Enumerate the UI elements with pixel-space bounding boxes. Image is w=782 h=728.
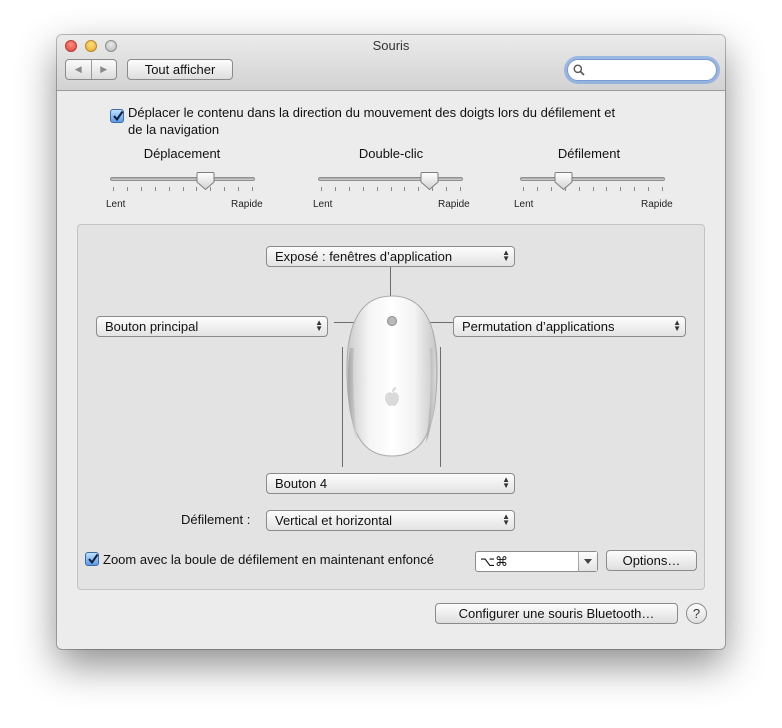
checkmark-icon bbox=[113, 110, 124, 122]
scrolling-speed-min-label: Lent bbox=[514, 199, 534, 210]
double-click-speed-max-label: Rapide bbox=[438, 199, 470, 210]
slider-tick bbox=[168, 187, 170, 191]
slider-tick bbox=[376, 187, 378, 191]
options-button[interactable]: Options… bbox=[606, 550, 697, 571]
slider-tick bbox=[362, 187, 364, 191]
zoom-modifier-value: ⌥⌘ bbox=[480, 554, 508, 569]
slider-tick bbox=[592, 187, 594, 191]
scrolling-speed-track bbox=[520, 177, 665, 181]
popup-arrows-icon: ▲ ▼ bbox=[502, 512, 510, 527]
window-title: Souris bbox=[372, 38, 410, 53]
search-field[interactable] bbox=[567, 59, 717, 81]
zoom-modifier-combo[interactable]: ⌥⌘ bbox=[475, 551, 598, 572]
tracking-speed-title: Déplacement bbox=[143, 146, 221, 161]
slider-tick bbox=[578, 187, 580, 191]
slider-tick bbox=[140, 187, 142, 191]
slider-thumb-icon bbox=[196, 172, 215, 191]
checkmark-icon bbox=[88, 553, 99, 565]
mouse-preferences-content: Déplacer le contenu dans la direction du… bbox=[57, 91, 725, 649]
slider-tick bbox=[550, 187, 552, 191]
slider-tick bbox=[620, 187, 622, 191]
slider-tick bbox=[418, 187, 420, 191]
scroll-direction-label-line2: de la navigation bbox=[128, 122, 220, 137]
slider-tick bbox=[536, 187, 538, 191]
title-bar: Souris ◀ ▶ Tout afficher bbox=[57, 35, 725, 91]
forward-arrow-icon[interactable]: ▶ bbox=[90, 60, 117, 79]
tracking-speed-max-label: Rapide bbox=[231, 199, 263, 210]
tracking-speed-min-label: Lent bbox=[106, 199, 126, 210]
chevron-down-icon bbox=[584, 559, 592, 564]
search-icon bbox=[573, 64, 585, 76]
slider-thumb-icon bbox=[554, 172, 573, 191]
slider-tick bbox=[523, 187, 524, 191]
slider-tick bbox=[404, 187, 406, 191]
scrolling-popup[interactable]: Vertical et horizontal ▲ ▼ bbox=[266, 510, 515, 531]
tracking-speed-thumb[interactable] bbox=[196, 171, 215, 191]
slider-tick bbox=[662, 187, 663, 191]
preferences-window: Souris ◀ ▶ Tout afficher Déplacer le con… bbox=[57, 35, 725, 649]
scroll-direction-label-line1: Déplacer le contenu dans la direction du… bbox=[128, 105, 616, 120]
configure-bluetooth-mouse-button[interactable]: Configurer une souris Bluetooth… bbox=[435, 603, 678, 624]
show-all-button[interactable]: Tout afficher bbox=[127, 59, 233, 80]
slider-tick bbox=[348, 187, 350, 191]
slider-tick bbox=[460, 187, 461, 191]
right-button-popup[interactable]: Permutation d’applications ▲ ▼ bbox=[453, 316, 686, 337]
slider-tick bbox=[564, 187, 566, 191]
slider-tick bbox=[252, 187, 253, 191]
side-button-popup[interactable]: Bouton 4 ▲ ▼ bbox=[266, 473, 515, 494]
top-button-popup[interactable]: Exposé : fenêtres d’application ▲ ▼ bbox=[266, 246, 515, 267]
double-click-speed-thumb[interactable] bbox=[420, 171, 439, 191]
slider-tick bbox=[334, 187, 336, 191]
slider-tick bbox=[182, 187, 184, 191]
slider-tick bbox=[238, 187, 240, 191]
tracking-speed-track bbox=[110, 177, 255, 181]
slider-tick bbox=[210, 187, 212, 191]
slider-tick bbox=[648, 187, 650, 191]
help-button[interactable]: ? bbox=[686, 603, 707, 624]
slider-tick bbox=[126, 187, 128, 191]
double-click-speed-title: Double-clic bbox=[358, 146, 424, 161]
popup-arrows-icon: ▲ ▼ bbox=[315, 318, 323, 333]
left-button-popup[interactable]: Bouton principal ▲ ▼ bbox=[96, 316, 328, 337]
double-click-speed-min-label: Lent bbox=[313, 199, 333, 210]
scrolling-speed-title: Défilement bbox=[557, 146, 621, 161]
mouse-buttons-panel: Exposé : fenêtres d’application ▲ ▼ Bouto… bbox=[77, 224, 705, 590]
slider-tick bbox=[224, 187, 226, 191]
slider-tick bbox=[390, 187, 392, 191]
zoom-checkbox[interactable] bbox=[85, 552, 99, 566]
slider-thumb-icon bbox=[420, 172, 439, 191]
scroll-direction-checkbox[interactable] bbox=[110, 109, 124, 123]
side-button-value: Bouton 4 bbox=[275, 476, 328, 491]
left-button-value: Bouton principal bbox=[105, 319, 199, 334]
slider-tick bbox=[606, 187, 608, 191]
combo-dropdown-button[interactable] bbox=[578, 552, 597, 571]
back-forward-control: ◀ ▶ bbox=[65, 59, 117, 80]
popup-arrows-icon: ▲ ▼ bbox=[502, 248, 510, 263]
slider-tick bbox=[432, 187, 434, 191]
top-button-value: Exposé : fenêtres d’application bbox=[275, 249, 453, 264]
scrolling-value: Vertical et horizontal bbox=[275, 513, 393, 528]
popup-arrows-icon: ▲ ▼ bbox=[502, 475, 510, 490]
zoom-label: Zoom avec la boule de défilement en main… bbox=[103, 552, 434, 567]
slider-tick bbox=[196, 187, 198, 191]
search-input[interactable] bbox=[587, 62, 711, 78]
slider-tick bbox=[321, 187, 322, 191]
scrolling-label: Défilement : bbox=[181, 512, 251, 527]
scrolling-speed-max-label: Rapide bbox=[641, 199, 673, 210]
slider-tick bbox=[113, 187, 114, 191]
popup-arrows-icon: ▲ ▼ bbox=[673, 318, 681, 333]
slider-tick bbox=[154, 187, 156, 191]
mouse-illustration bbox=[346, 295, 438, 457]
double-click-speed-track bbox=[318, 177, 463, 181]
slider-tick bbox=[634, 187, 636, 191]
slider-tick bbox=[446, 187, 448, 191]
right-button-value: Permutation d’applications bbox=[462, 319, 615, 334]
scrolling-speed-thumb[interactable] bbox=[554, 171, 573, 191]
back-arrow-icon[interactable]: ◀ bbox=[66, 60, 91, 79]
